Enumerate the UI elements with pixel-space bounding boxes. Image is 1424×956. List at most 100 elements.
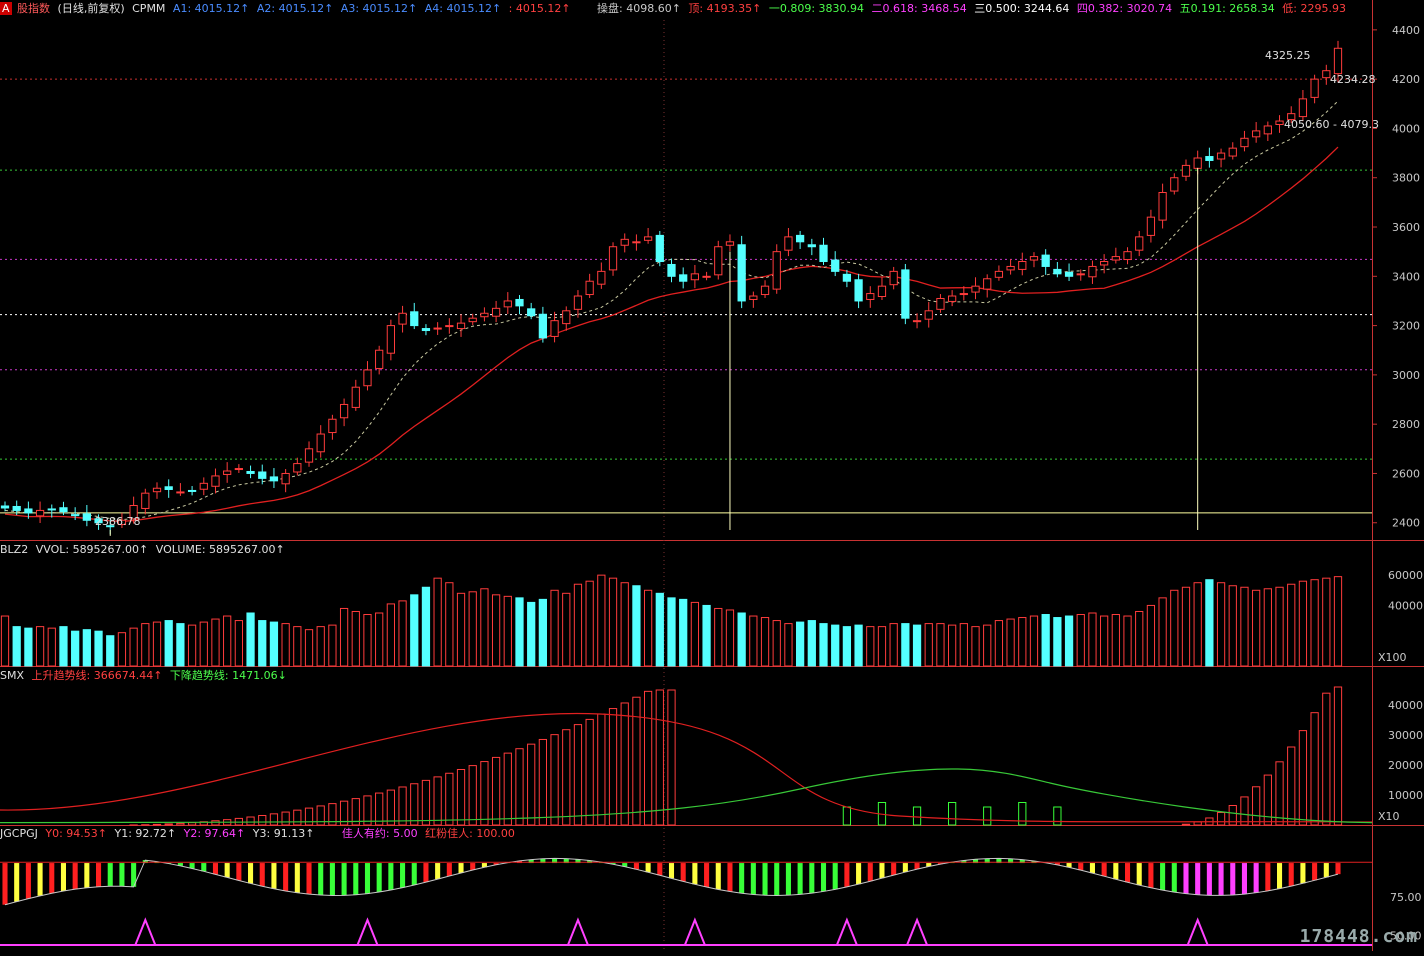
uptrend-value: 上升趋势线: 366674.44↑ xyxy=(32,669,163,682)
volume-bar xyxy=(551,590,558,666)
index-title[interactable]: 股指数 xyxy=(17,2,50,15)
candle-body xyxy=(656,235,663,261)
trend-bar-up xyxy=(539,739,546,825)
candle-body xyxy=(937,298,944,309)
trend-bar-down xyxy=(843,807,850,825)
price-panel[interactable] xyxy=(0,41,1372,536)
trend-bar-up xyxy=(528,744,535,825)
volume-bar xyxy=(1124,616,1131,666)
volume-indicator-name[interactable]: BLZ2 xyxy=(0,543,28,556)
volume-bar xyxy=(1253,590,1260,666)
y-axis: 2400260028003000320034003600380040004200… xyxy=(1372,24,1423,943)
trend-bar-down xyxy=(984,807,991,825)
volume-bar xyxy=(1182,587,1189,666)
volume-bar xyxy=(1112,615,1119,666)
candle-body xyxy=(1264,126,1271,134)
trend-bar-up xyxy=(1217,813,1224,825)
candle-body xyxy=(761,286,768,294)
volume-bar xyxy=(586,581,593,666)
candle-body xyxy=(633,242,640,243)
volume-bar xyxy=(329,625,336,666)
fib-0191: 五0.191: 2658.34 xyxy=(1180,2,1275,15)
candle-body xyxy=(1241,138,1248,146)
candle-body xyxy=(224,471,231,474)
candle-body xyxy=(984,279,991,289)
volume-bar xyxy=(820,624,827,666)
candle-body xyxy=(913,321,920,322)
a5-value: : 4015.12↑ xyxy=(509,2,571,15)
chart-stage[interactable]: 2400260028003000320034003600380040004200… xyxy=(0,0,1424,951)
trend-bar-up xyxy=(305,808,312,825)
candle-body xyxy=(352,387,359,407)
candle-body xyxy=(808,245,815,247)
candle-body xyxy=(36,510,43,515)
slow-ma-line xyxy=(5,147,1338,521)
trend-bar-up xyxy=(1334,687,1341,825)
trend-bar-up xyxy=(1311,713,1318,825)
volume-bar xyxy=(282,624,289,666)
osc-indicator-name[interactable]: JGCPGJ xyxy=(0,827,38,840)
volume-bar xyxy=(937,624,944,666)
price-tick-label: 2400 xyxy=(1392,517,1420,530)
trend-bar-up xyxy=(1253,787,1260,825)
vvol-value: VVOL: 5895267.00↑ xyxy=(36,543,149,556)
candle-body xyxy=(1229,148,1236,156)
fib-0500: 三0.500: 3244.64 xyxy=(974,2,1069,15)
volume-bar xyxy=(808,621,815,666)
trend-header: SMX 上升趋势线: 366674.44↑ 下降趋势线: 1471.06↓ xyxy=(0,667,291,685)
candle-body xyxy=(1007,266,1014,269)
volume-bar xyxy=(142,624,149,666)
candle-body xyxy=(949,296,956,301)
candle-body xyxy=(1112,257,1119,260)
volume-bar xyxy=(1334,577,1341,666)
index-icon[interactable]: A xyxy=(0,2,12,15)
candle-body xyxy=(539,314,546,338)
candle-body xyxy=(773,252,780,289)
volume-bar xyxy=(913,625,920,666)
candle-body xyxy=(1136,237,1143,250)
volume-bar xyxy=(878,627,885,666)
volume-bar xyxy=(761,618,768,666)
volume-bar xyxy=(539,599,546,666)
a1-value: A1: 4015.12↑ xyxy=(173,2,249,15)
period-label[interactable]: (日线,前复权) xyxy=(58,2,125,15)
main-header: A 股指数 (日线,前复权) CPMM A1: 4015.12↑ A2: 401… xyxy=(0,0,575,18)
trend-bar-up xyxy=(481,762,488,825)
trend-bar-up xyxy=(259,815,266,825)
volume-bar xyxy=(1264,589,1271,666)
volume-bar xyxy=(107,636,114,666)
volume-bar xyxy=(36,627,43,666)
osc-peak-marker xyxy=(357,920,377,945)
candle-body xyxy=(1065,272,1072,276)
volume-bar xyxy=(118,633,125,666)
candle-body xyxy=(820,245,827,261)
candle-body xyxy=(457,323,464,328)
chart-canvas[interactable]: 2400260028003000320034003600380040004200… xyxy=(0,0,1424,951)
trend-panel[interactable] xyxy=(0,687,1372,825)
low-label: 2386.78 xyxy=(95,515,141,528)
top-value: 顶: 4193.35↑ xyxy=(688,2,761,15)
volume-bar xyxy=(13,627,20,666)
trend-bar-up xyxy=(1241,797,1248,825)
volume-bar xyxy=(949,625,956,666)
volume-bar xyxy=(1229,586,1236,666)
volume-bar xyxy=(457,593,464,666)
candle-body xyxy=(750,296,757,299)
osc-peak-marker xyxy=(907,920,927,945)
volume-header: BLZ2 VVOL: 5895267.00↑ VOLUME: 5895267.0… xyxy=(0,541,289,559)
osc-peak-marker xyxy=(568,920,588,945)
candle-body xyxy=(1206,157,1213,161)
indicator-name[interactable]: CPMM xyxy=(132,2,165,15)
candle-body xyxy=(925,311,932,319)
volume-panel[interactable] xyxy=(1,575,1341,666)
trend-indicator-name[interactable]: SMX xyxy=(0,669,24,682)
oscillator-panel[interactable] xyxy=(0,858,1372,945)
fast-ma-line xyxy=(5,101,1338,519)
volume-bar xyxy=(305,630,312,666)
trend-bar-up xyxy=(492,757,499,825)
y3-value: Y3: 91.13↑ xyxy=(253,827,315,840)
candle-body xyxy=(890,271,897,284)
candle-body xyxy=(329,419,336,432)
candle-body xyxy=(609,247,616,270)
volume-bar xyxy=(200,622,207,666)
